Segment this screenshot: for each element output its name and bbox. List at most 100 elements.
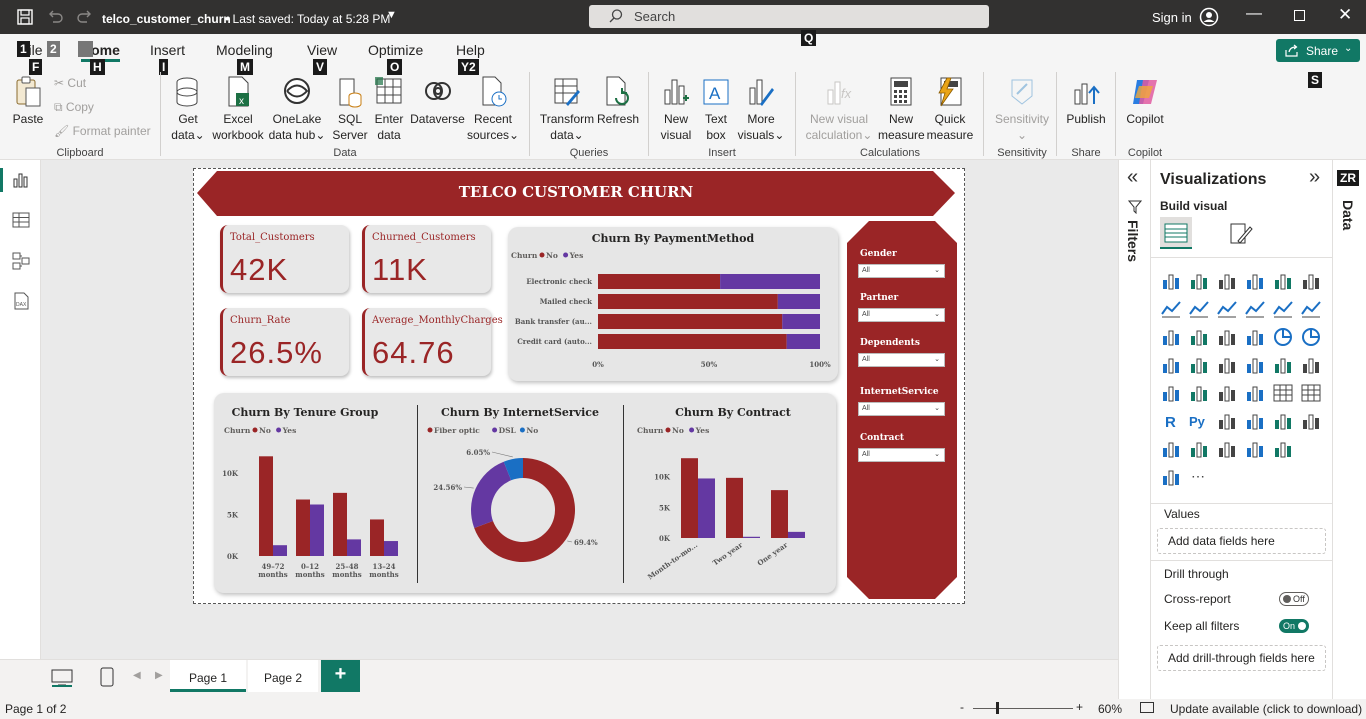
power-apps-icon[interactable] (1216, 438, 1238, 460)
next-page-icon[interactable]: ▶ (155, 670, 163, 681)
refresh-button[interactable]: Refresh (597, 76, 639, 127)
publish-button[interactable]: Publish (1064, 76, 1108, 127)
kpi-card-churned-customers[interactable]: Churned_Customers 11K (362, 225, 491, 293)
paginated-icon[interactable] (1188, 438, 1210, 460)
new-visual-calculation-button[interactable]: fx New visual calculation⌄ (804, 76, 874, 143)
copy-button[interactable]: ⧉ Copy (54, 99, 94, 115)
chart-churn-by-tenure-group[interactable]: Churn By Tenure GroupChurn No Yes0K5K10K49… (214, 393, 417, 593)
recent-sources-button[interactable]: Recent sources⌄ (467, 76, 519, 143)
zoom-slider-thumb[interactable] (996, 702, 999, 714)
tab-optimize[interactable]: Optimize (368, 42, 423, 58)
decomposition-tree-icon[interactable] (1244, 410, 1266, 432)
enter-data-button[interactable]: Enter data (372, 76, 406, 143)
kpi-icon[interactable] (1216, 382, 1238, 404)
chart-churn-by-internet-service[interactable]: Churn By InternetService Fiber optic DSL No… (418, 393, 623, 593)
key-influencers-icon[interactable] (1216, 410, 1238, 432)
expand-chevron-icon[interactable]: « (1127, 166, 1138, 189)
zoom-level[interactable]: 60% (1098, 702, 1122, 716)
collapse-chevron-icon[interactable]: » (1309, 166, 1320, 189)
dataverse-button[interactable]: Dataverse (410, 76, 465, 127)
metrics-icon[interactable] (1160, 438, 1182, 460)
more-visuals-button[interactable]: More visuals⌄ (737, 76, 785, 143)
undo-icon[interactable] (46, 8, 64, 26)
chevron-down-icon[interactable]: ▼ (386, 9, 397, 21)
share-button[interactable]: Share ⌄ (1276, 39, 1360, 62)
table-view-icon[interactable] (12, 212, 30, 228)
previous-page-icon[interactable]: ◀ (133, 670, 141, 681)
python-visual-icon[interactable]: Py (1188, 410, 1210, 432)
zoom-slider[interactable] (973, 708, 1073, 709)
copilot-button[interactable]: Copilot (1122, 76, 1168, 127)
kpi-card-churn-rate[interactable]: Churn_Rate 26.5% (220, 308, 349, 376)
smart-narrative-icon[interactable] (1300, 410, 1322, 432)
build-visual-tab[interactable] (1160, 217, 1192, 249)
quick-measure-button[interactable]: Quick measure (926, 76, 974, 143)
slicer-internet-service-dropdown[interactable]: All ⌄ (858, 402, 945, 416)
multi-row-card-icon[interactable] (1188, 382, 1210, 404)
file-name[interactable]: telco_customer_churn (102, 12, 231, 26)
line-column-icon[interactable] (1272, 298, 1294, 320)
cross-report-toggle[interactable]: Off (1279, 592, 1309, 606)
filled-map-icon[interactable] (1216, 354, 1238, 376)
add-page-button[interactable]: + (321, 660, 360, 692)
last-saved-text[interactable]: • Last saved: Today at 5:28 PM (225, 12, 390, 26)
waterfall-icon[interactable] (1188, 326, 1210, 348)
slicer-partner-dropdown[interactable]: All ⌄ (858, 308, 945, 322)
data-pane-collapsed[interactable]: ZR Data (1332, 160, 1366, 699)
kpi-card-total-customers[interactable]: Total_Customers 42K (220, 225, 349, 293)
transform-data-button[interactable]: Transform data⌄ (539, 76, 595, 143)
format-painter-button[interactable]: 🖌 Format painter (54, 123, 151, 139)
scatter-icon[interactable] (1244, 326, 1266, 348)
card-icon[interactable] (1160, 382, 1182, 404)
save-icon[interactable] (16, 8, 34, 26)
keep-all-filters-toggle[interactable]: On (1279, 619, 1309, 633)
100-column-icon[interactable] (1300, 270, 1322, 292)
sql-server-button[interactable]: SQL Server (330, 76, 370, 143)
r-visual-icon[interactable]: R (1160, 410, 1182, 432)
values-drop-zone[interactable]: Add data fields here (1157, 528, 1326, 554)
mobile-layout-icon[interactable] (100, 667, 114, 687)
tab-insert[interactable]: Insert (150, 42, 185, 58)
format-visual-icon[interactable] (1228, 221, 1254, 247)
search-input[interactable]: Search (589, 5, 989, 28)
page-tab-1[interactable]: Page 1 (170, 660, 246, 692)
chart-churn-by-contract[interactable]: Churn By Contract Churn No Yes 0K 5K 10K Month-… (624, 393, 836, 593)
line-icon[interactable] (1160, 298, 1182, 320)
clustered-column-icon[interactable] (1244, 270, 1266, 292)
area-icon[interactable] (1188, 298, 1210, 320)
slicer-gender-dropdown[interactable]: All ⌄ (858, 264, 945, 278)
slicer-contract-dropdown[interactable]: All ⌄ (858, 448, 945, 462)
fit-to-page-icon[interactable] (1140, 702, 1154, 713)
gauge-icon[interactable] (1300, 354, 1322, 376)
funnel-icon[interactable] (1216, 326, 1238, 348)
pie-icon[interactable] (1272, 326, 1294, 348)
line-clustered-icon[interactable] (1300, 298, 1322, 320)
shape-map-icon[interactable] (1244, 354, 1266, 376)
azure-map-icon[interactable] (1272, 354, 1294, 376)
stacked-column-icon[interactable] (1188, 270, 1210, 292)
minimize-icon[interactable]: — (1246, 5, 1262, 23)
matrix-icon[interactable] (1300, 382, 1322, 404)
slicer-dependents-dropdown[interactable]: All ⌄ (858, 353, 945, 367)
treemap-icon[interactable] (1160, 354, 1182, 376)
kpi-card-average-monthly-charges[interactable]: Average_MonthlyCharges 64.76 (362, 308, 503, 376)
close-icon[interactable]: ✕ (1338, 5, 1352, 25)
get-data-button[interactable]: Get data⌄ (167, 76, 209, 143)
power-automate-icon[interactable] (1244, 438, 1266, 460)
update-available-link[interactable]: Update available (click to download) (1170, 702, 1362, 716)
account-icon[interactable] (1199, 7, 1219, 27)
new-measure-button[interactable]: New measure (878, 76, 925, 143)
redo-icon[interactable] (76, 8, 94, 26)
qa-icon[interactable] (1272, 410, 1294, 432)
onelake-button[interactable]: OneLake data hub⌄ (267, 76, 327, 143)
100-bar-icon[interactable] (1272, 270, 1294, 292)
100-area-icon[interactable] (1244, 298, 1266, 320)
report-view-icon[interactable] (12, 172, 30, 188)
stacked-area-icon[interactable] (1216, 298, 1238, 320)
zoom-out-icon[interactable]: - (960, 700, 964, 714)
ribbon-icon[interactable] (1160, 326, 1182, 348)
desktop-layout-icon[interactable] (51, 669, 73, 687)
excel-workbook-button[interactable]: x Excel workbook (210, 76, 266, 143)
tab-modeling[interactable]: Modeling (216, 42, 273, 58)
ellipsis-icon[interactable]: ⋯ (1188, 466, 1210, 488)
